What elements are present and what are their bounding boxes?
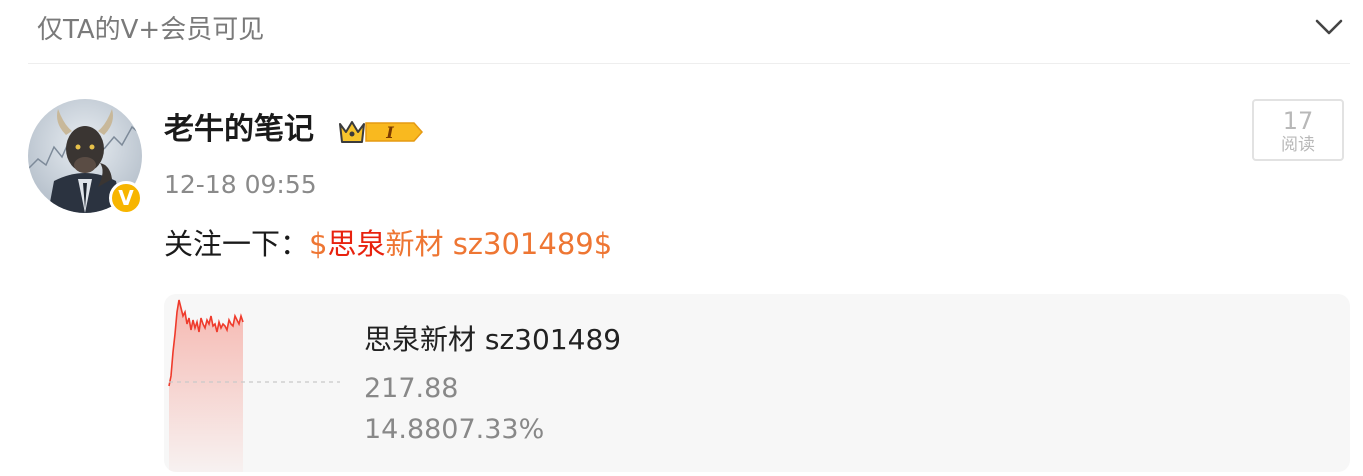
read-label: 阅读 <box>1281 135 1315 155</box>
verified-v-icon: V <box>109 181 143 215</box>
stock-link-name: 思泉 <box>327 227 386 261</box>
visibility-text: 仅TA的V+会员可见 <box>37 15 265 45</box>
svg-text:I: I <box>385 123 394 142</box>
author-name[interactable]: 老牛的笔记 <box>164 110 314 150</box>
post-content: 关注一下：$思泉新材 sz301489$ <box>164 224 612 264</box>
visibility-bar[interactable]: 仅TA的V+会员可见 <box>28 0 1350 64</box>
stock-card-change: 14.8807.33% <box>364 414 545 445</box>
stock-link-rest: 新材 sz301489$ <box>385 227 613 261</box>
read-count: 17 <box>1282 107 1314 135</box>
intraday-sparkline <box>168 299 340 472</box>
stock-link-dollar: $ <box>309 227 328 261</box>
stock-mention-link[interactable]: $思泉新材 sz301489$ <box>309 227 612 261</box>
stock-card-name: 思泉新材 sz301489 <box>364 323 622 356</box>
post-timestamp[interactable]: 12-18 09:55 <box>164 168 317 202</box>
stock-card[interactable]: 思泉新材 sz301489 217.88 14.8807.33% <box>164 294 1350 472</box>
weibo-post: 仅TA的V+会员可见 V 老牛的笔记 I 12-18 09:55 17 阅读 关… <box>0 0 1363 476</box>
crown-rank-icon[interactable]: I <box>338 116 424 148</box>
post-text-prefix: 关注一下： <box>164 227 310 261</box>
read-count-box: 17 阅读 <box>1252 99 1344 161</box>
chevron-down-icon[interactable] <box>1314 16 1344 38</box>
stock-card-price: 217.88 <box>364 373 459 404</box>
